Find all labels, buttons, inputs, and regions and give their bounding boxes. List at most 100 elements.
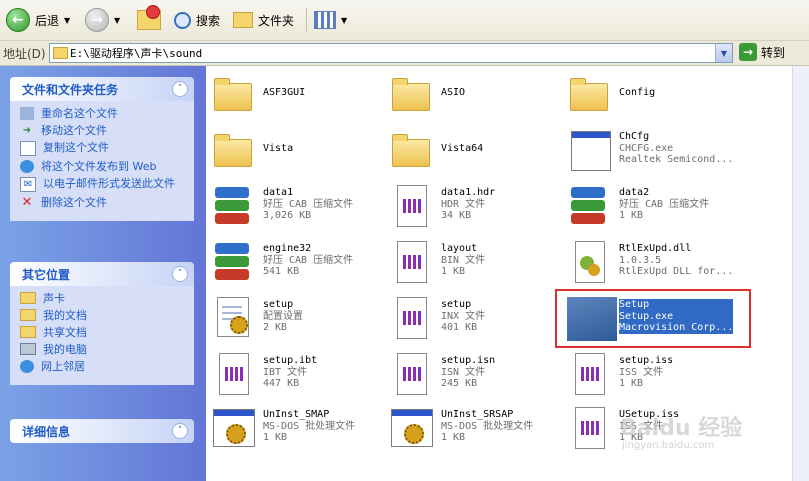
task-copy[interactable]: 复制这个文件 [20,141,186,156]
file-text: layout BIN 文件 1 KB [441,243,485,278]
forward-dropdown-icon[interactable]: ▼ [114,16,120,25]
file-type: BIN 文件 [441,254,486,266]
place-label: 我的电脑 [43,343,87,356]
file-item[interactable]: Vista64 [389,125,564,177]
views-icon [314,11,336,29]
task-publish-web[interactable]: 将这个文件发布到 Web [20,160,186,173]
forward-arrow-icon: → [85,8,109,32]
file-tasks-list: 重命名这个文件 ➜ 移动这个文件 复制这个文件 将这个文件发布到 Web ✉ 以电子… [10,101,194,221]
place-network[interactable]: 网上邻居 [20,360,186,373]
back-dropdown-icon[interactable]: ▼ [64,16,70,25]
place-my-documents[interactable]: 我的文档 [20,309,186,322]
file-text: ASIO [441,87,465,99]
expand-icon[interactable]: ˅ [172,423,188,439]
task-label: 以电子邮件形式发送此文件 [43,177,175,190]
file-name: engine32 [263,243,312,254]
file-name: Vista64 [441,143,484,154]
file-size: 401 KB [441,322,478,333]
file-item[interactable]: UnInst_SMAP MS-DOS 批处理文件 1 KB [211,403,386,455]
other-places-header[interactable]: 其它位置 ˄ [10,262,194,286]
file-item[interactable]: data1 好压 CAB 压缩文件 3,026 KB [211,181,386,233]
task-email[interactable]: ✉ 以电子邮件形式发送此文件 [20,177,186,192]
file-item[interactable]: engine32 好压 CAB 压缩文件 541 KB [211,237,386,289]
file-tasks-header[interactable]: 文件和文件夹任务 ˄ [10,77,194,101]
file-item[interactable]: layout BIN 文件 1 KB [389,237,564,289]
folders-button[interactable]: 文件夹 [233,6,294,34]
file-name: setup.ibt [263,355,318,366]
file-item[interactable]: data1.hdr HDR 文件 34 KB [389,181,564,233]
address-dropdown-icon[interactable]: ▼ [715,44,732,62]
file-text: data1.hdr HDR 文件 34 KB [441,187,495,222]
file-item[interactable]: setup.iss ISS 文件 1 KB [567,349,742,401]
vertical-scrollbar[interactable] [792,66,809,481]
file-name: UnInst_SMAP [263,409,330,420]
rename-icon [20,107,34,120]
watermark: Baidu 经验 [620,416,743,441]
file-text: Vista [263,143,293,155]
up-folder-button[interactable] [137,5,161,34]
generic-file-icon [389,239,435,285]
batch-file-icon [389,405,435,451]
file-size: 1 KB [263,432,288,443]
address-path: E:\驱动程序\声卡\sound [70,47,203,60]
file-item[interactable]: ChCfg CHCFG.exe Realtek Semicond... [567,125,742,177]
address-input[interactable]: E:\驱动程序\声卡\sound ▼ [49,43,733,63]
task-label: 重命名这个文件 [41,107,118,120]
address-bar: 地址(D) E:\驱动程序\声卡\sound ▼ → 转到 [0,41,809,66]
place-my-computer[interactable]: 我的电脑 [20,343,186,356]
forward-button[interactable]: → ▼ [85,6,120,34]
address-label: 地址(D) [3,47,46,61]
views-dropdown-icon: ▼ [341,15,348,25]
task-move[interactable]: ➜ 移动这个文件 [20,124,186,137]
file-item[interactable]: setup.isn ISN 文件 245 KB [389,349,564,401]
details-title: 详细信息 [22,424,71,439]
generic-file-icon [567,351,613,397]
file-size: 245 KB [441,378,478,389]
cab-archive-icon [211,239,257,285]
file-item[interactable]: UnInst_SRSAP MS-DOS 批处理文件 1 KB [389,403,564,455]
cab-archive-icon [211,183,257,229]
file-type: 好压 CAB 压缩文件 [619,198,710,210]
file-text: setup.ibt IBT 文件 447 KB [263,355,317,390]
file-type: INX 文件 [441,310,486,322]
file-item[interactable]: setup INX 文件 401 KB [389,293,564,345]
file-text: RtlExUpd.dll 1.0.3.5 RtlExUpd DLL for... [619,243,733,278]
back-button[interactable]: ← 后退 ▼ [6,6,70,34]
file-item[interactable]: data2 好压 CAB 压缩文件 1 KB [567,181,742,233]
task-label: 将这个文件发布到 Web [41,160,157,173]
file-tasks-title: 文件和文件夹任务 [22,82,119,97]
up-folder-icon [137,5,161,30]
file-name: setup.isn [441,355,496,366]
file-name: data1 [263,187,294,198]
task-label: 复制这个文件 [43,141,109,154]
place-shared-documents[interactable]: 共享文档 [20,326,186,339]
task-delete[interactable]: ✕ 删除这个文件 [20,196,186,209]
file-item[interactable]: RtlExUpd.dll 1.0.3.5 RtlExUpd DLL for... [567,237,742,289]
generic-file-icon [567,405,613,451]
file-item[interactable]: Config [567,69,742,121]
file-item[interactable]: setup 配置设置 2 KB [211,293,386,345]
search-icon [174,11,191,29]
file-name: ASIO [441,87,466,98]
search-button[interactable]: 搜索 [174,6,220,34]
collapse-icon[interactable]: ˄ [172,81,188,97]
details-header[interactable]: 详细信息 ˅ [10,419,194,443]
collapse-icon[interactable]: ˄ [172,266,188,282]
search-label: 搜索 [196,13,221,28]
place-sound-card[interactable]: 声卡 [20,292,186,305]
file-item[interactable]: ASIO [389,69,564,121]
file-text: ASF3GUI [263,87,305,99]
file-type: 配置设置 [263,310,303,322]
go-button[interactable]: → 转到 [739,43,785,61]
folder-icon [389,71,435,117]
generic-file-icon [389,183,435,229]
views-button[interactable]: ▼ [314,6,347,34]
file-item[interactable]: ASF3GUI [211,69,386,121]
task-pane: 文件和文件夹任务 ˄ 重命名这个文件 ➜ 移动这个文件 复制这个文件 将这个文件发… [0,66,206,481]
generic-file-icon [389,295,435,341]
file-name: Config [619,87,656,98]
file-text: data1 好压 CAB 压缩文件 3,026 KB [263,187,353,222]
file-item[interactable]: Vista [211,125,386,177]
file-item[interactable]: setup.ibt IBT 文件 447 KB [211,349,386,401]
task-rename[interactable]: 重命名这个文件 [20,107,186,120]
